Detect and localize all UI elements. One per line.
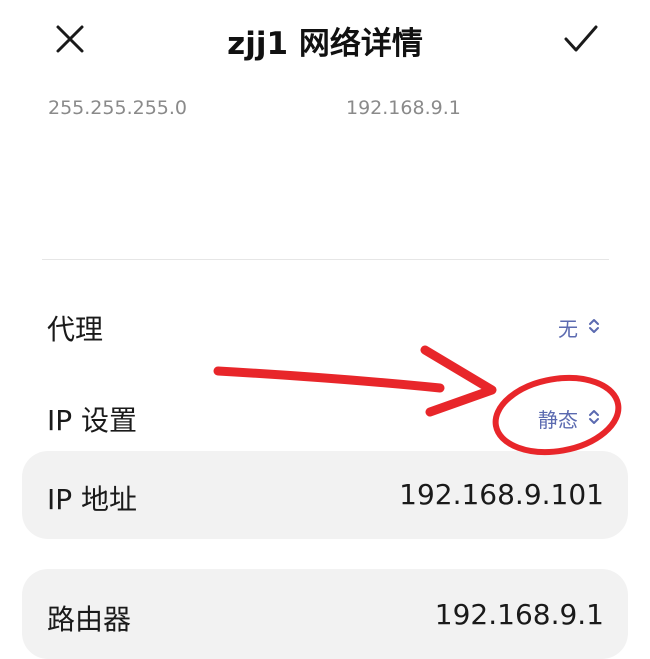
- ip-address-label: IP 地址: [47, 483, 138, 516]
- router-value: 192.168.9.1: [434, 598, 604, 631]
- ip-address-value: 192.168.9.101: [399, 478, 604, 511]
- proxy-value: 无: [558, 317, 578, 341]
- proxy-label: 代理: [47, 313, 104, 346]
- ip-address-field[interactable]: IP 地址 192.168.9.101: [22, 451, 628, 539]
- check-icon[interactable]: [556, 14, 606, 64]
- section-divider: [42, 259, 609, 260]
- gateway-value: 192.168.9.1: [346, 97, 461, 119]
- annotation-arrow-icon: [213, 345, 497, 417]
- chevron-updown-icon: [588, 316, 600, 340]
- ip-settings-label: IP 设置: [47, 404, 138, 437]
- subnet-mask-value: 255.255.255.0: [48, 97, 188, 119]
- chevron-updown-icon: [588, 407, 600, 431]
- ip-settings-value: 静态: [538, 408, 578, 432]
- proxy-selector[interactable]: 无: [558, 313, 600, 342]
- page-title: zjj1 网络详情: [227, 26, 423, 62]
- ip-settings-selector[interactable]: 静态: [538, 404, 600, 433]
- top-bar: zjj1 网络详情: [0, 0, 650, 80]
- router-label: 路由器: [47, 603, 132, 636]
- router-field[interactable]: 路由器 192.168.9.1: [22, 569, 628, 659]
